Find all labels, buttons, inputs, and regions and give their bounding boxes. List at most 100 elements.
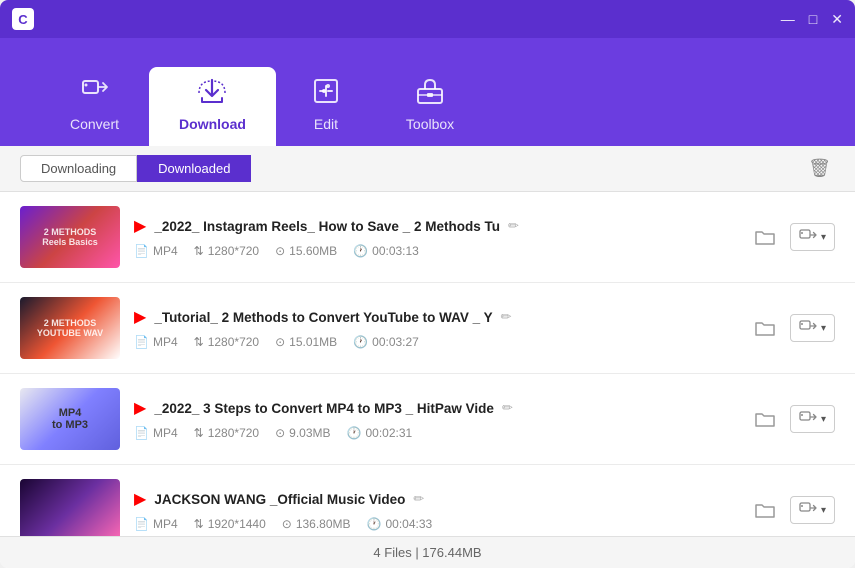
tab-download[interactable]: Download bbox=[149, 67, 276, 146]
app-logo: C bbox=[12, 8, 34, 30]
chevron-icon-4: ▾ bbox=[821, 505, 826, 516]
list-item: 2 METHODSReels Basics ▶ _2022_ Instagram… bbox=[0, 192, 855, 283]
size-4: 136.80MB bbox=[296, 517, 351, 531]
resolution-3: 1280*720 bbox=[208, 426, 259, 440]
file-info-4: ▶ JACKSON WANG _Official Music Video ✏ 📄… bbox=[134, 489, 736, 531]
size-icon-3: ⊙ bbox=[275, 426, 285, 440]
resolution-icon-4: ⇅ bbox=[194, 517, 204, 531]
youtube-icon: ▶ bbox=[134, 398, 146, 418]
thumbnail-1: 2 METHODSReels Basics bbox=[20, 206, 120, 268]
app-window: C — □ ✕ Convert bbox=[0, 0, 855, 568]
download-label: Download bbox=[179, 116, 246, 132]
size-3: 9.03MB bbox=[289, 426, 330, 440]
format-3: MP4 bbox=[153, 426, 178, 440]
file-list: 2 METHODSReels Basics ▶ _2022_ Instagram… bbox=[0, 192, 855, 536]
toolbox-icon bbox=[416, 77, 444, 110]
size-icon-1: ⊙ bbox=[275, 244, 285, 258]
file-meta-2: 📄 MP4 ⇅ 1280*720 ⊙ 15.01MB 🕐 00:03:27 bbox=[134, 335, 736, 349]
clock-icon-2: 🕐 bbox=[353, 335, 368, 349]
close-button[interactable]: ✕ bbox=[831, 12, 843, 26]
edit-title-icon-2[interactable]: ✏ bbox=[501, 309, 512, 325]
title-bar: C — □ ✕ bbox=[0, 0, 855, 38]
minimize-button[interactable]: — bbox=[781, 12, 795, 26]
list-item: ▶ JACKSON WANG _Official Music Video ✏ 📄… bbox=[0, 465, 855, 536]
file-actions-4: ▾ bbox=[750, 495, 835, 525]
file-actions-3: ▾ bbox=[750, 404, 835, 434]
window-controls: — □ ✕ bbox=[781, 12, 843, 26]
subtab-downloaded[interactable]: Downloaded bbox=[137, 155, 251, 182]
format-4: MP4 bbox=[153, 517, 178, 531]
edit-label: Edit bbox=[314, 116, 338, 132]
thumbnail-4 bbox=[20, 479, 120, 536]
resolution-icon-3: ⇅ bbox=[194, 426, 204, 440]
tab-edit[interactable]: Edit bbox=[276, 67, 376, 146]
footer: 4 Files | 176.44MB bbox=[0, 536, 855, 568]
clock-icon-3: 🕐 bbox=[347, 426, 362, 440]
file-meta-3: 📄 MP4 ⇅ 1280*720 ⊙ 9.03MB 🕐 00:02:31 bbox=[134, 426, 736, 440]
file-title-3: _2022_ 3 Steps to Convert MP4 to MP3 _ H… bbox=[154, 401, 494, 416]
duration-4: 00:04:33 bbox=[385, 517, 432, 531]
edit-title-icon-3[interactable]: ✏ bbox=[502, 400, 513, 416]
resolution-icon-2: ⇅ bbox=[194, 335, 204, 349]
maximize-button[interactable]: □ bbox=[809, 12, 817, 26]
convert-button-3[interactable]: ▾ bbox=[790, 405, 835, 433]
duration-3: 00:02:31 bbox=[365, 426, 412, 440]
size-1: 15.60MB bbox=[289, 244, 337, 258]
format-2: MP4 bbox=[153, 335, 178, 349]
format-icon-1: 📄 bbox=[134, 244, 149, 258]
file-meta-4: 📄 MP4 ⇅ 1920*1440 ⊙ 136.80MB 🕐 00:04:33 bbox=[134, 517, 736, 531]
open-folder-button-3[interactable] bbox=[750, 404, 780, 434]
thumbnail-3: MP4to MP3 bbox=[20, 388, 120, 450]
file-summary: 4 Files | 176.44MB bbox=[373, 545, 481, 560]
open-folder-button-1[interactable] bbox=[750, 222, 780, 252]
resolution-2: 1280*720 bbox=[208, 335, 259, 349]
format-1: MP4 bbox=[153, 244, 178, 258]
youtube-icon: ▶ bbox=[134, 489, 146, 509]
file-meta-1: 📄 MP4 ⇅ 1280*720 ⊙ 15.60MB 🕐 00:03:13 bbox=[134, 244, 736, 258]
tab-convert[interactable]: Convert bbox=[40, 67, 149, 146]
open-folder-button-4[interactable] bbox=[750, 495, 780, 525]
subtab-downloading[interactable]: Downloading bbox=[20, 155, 137, 182]
youtube-icon: ▶ bbox=[134, 307, 146, 327]
chevron-icon-1: ▾ bbox=[821, 232, 826, 243]
file-info-1: ▶ _2022_ Instagram Reels_ How to Save _ … bbox=[134, 216, 736, 258]
youtube-icon: ▶ bbox=[134, 216, 146, 236]
duration-1: 00:03:13 bbox=[372, 244, 419, 258]
resolution-icon-1: ⇅ bbox=[194, 244, 204, 258]
duration-2: 00:03:27 bbox=[372, 335, 419, 349]
toolbox-label: Toolbox bbox=[406, 116, 454, 132]
file-title-4: JACKSON WANG _Official Music Video bbox=[154, 492, 405, 507]
resolution-4: 1920*1440 bbox=[208, 517, 266, 531]
file-actions-1: ▾ bbox=[750, 222, 835, 252]
file-actions-2: ▾ bbox=[750, 313, 835, 343]
chevron-icon-2: ▾ bbox=[821, 323, 826, 334]
format-icon-4: 📄 bbox=[134, 517, 149, 531]
file-title-2: _Tutorial_ 2 Methods to Convert YouTube … bbox=[154, 310, 492, 325]
tab-toolbox[interactable]: Toolbox bbox=[376, 67, 484, 146]
format-icon-2: 📄 bbox=[134, 335, 149, 349]
file-title-1: _2022_ Instagram Reels_ How to Save _ 2 … bbox=[154, 219, 500, 234]
size-2: 15.01MB bbox=[289, 335, 337, 349]
convert-button-2[interactable]: ▾ bbox=[790, 314, 835, 342]
size-icon-4: ⊙ bbox=[282, 517, 292, 531]
list-item: MP4to MP3 ▶ _2022_ 3 Steps to Convert MP… bbox=[0, 374, 855, 465]
thumbnail-2: 2 METHODSYOUTUBE WAV bbox=[20, 297, 120, 359]
convert-label: Convert bbox=[70, 116, 119, 132]
clock-icon-4: 🕐 bbox=[367, 517, 382, 531]
clock-icon-1: 🕐 bbox=[353, 244, 368, 258]
open-folder-button-2[interactable] bbox=[750, 313, 780, 343]
resolution-1: 1280*720 bbox=[208, 244, 259, 258]
edit-title-icon-4[interactable]: ✏ bbox=[413, 491, 424, 507]
edit-icon bbox=[312, 77, 340, 110]
convert-icon bbox=[81, 77, 109, 110]
convert-button-4[interactable]: ▾ bbox=[790, 496, 835, 524]
file-info-3: ▶ _2022_ 3 Steps to Convert MP4 to MP3 _… bbox=[134, 398, 736, 440]
trash-button[interactable]: 🗑 bbox=[804, 154, 835, 183]
file-info-2: ▶ _Tutorial_ 2 Methods to Convert YouTub… bbox=[134, 307, 736, 349]
download-icon bbox=[198, 77, 226, 110]
format-icon-3: 📄 bbox=[134, 426, 149, 440]
edit-title-icon-1[interactable]: ✏ bbox=[508, 218, 519, 234]
size-icon-2: ⊙ bbox=[275, 335, 285, 349]
convert-button-1[interactable]: ▾ bbox=[790, 223, 835, 251]
nav-bar: Convert Download bbox=[0, 38, 855, 146]
